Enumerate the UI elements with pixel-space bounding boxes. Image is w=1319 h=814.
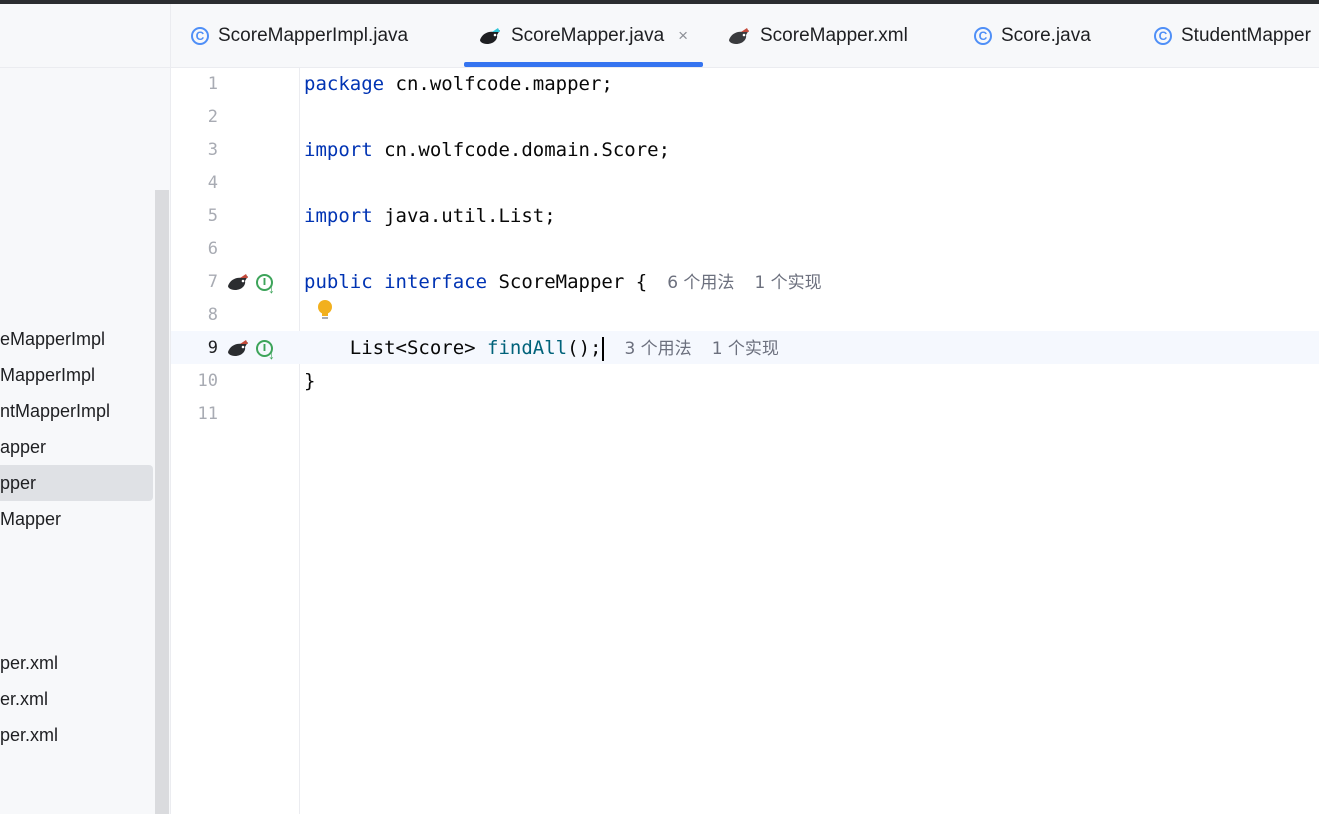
line-number: 3 bbox=[207, 140, 218, 160]
tree-item[interactable]: Mapper bbox=[0, 501, 153, 537]
editor-tab-bar: C ScoreMapperImpl.java ScoreMapper.java … bbox=[171, 4, 1319, 68]
line-number: 2 bbox=[207, 107, 218, 127]
tab-scoremapper-xml[interactable]: ScoreMapper.xml bbox=[727, 4, 908, 67]
class-icon: C bbox=[1154, 26, 1172, 45]
mybatis-navigate-icon[interactable] bbox=[226, 272, 250, 292]
code-line-1[interactable]: package cn.wolfcode.mapper; bbox=[304, 68, 613, 101]
line-number-current: 9 bbox=[207, 338, 218, 358]
tab-studentmapper[interactable]: C StudentMapper bbox=[1154, 4, 1311, 67]
line-number: 6 bbox=[207, 239, 218, 259]
mybatis-icon bbox=[727, 26, 751, 46]
implementations-hint[interactable]: 1 个实现 bbox=[712, 339, 779, 359]
tree-item[interactable]: per.xml bbox=[0, 645, 153, 681]
text-caret bbox=[602, 336, 605, 361]
line-number: 1 bbox=[207, 74, 218, 94]
code-line-3[interactable]: import cn.wolfcode.domain.Score; bbox=[304, 134, 670, 167]
lightbulb-icon[interactable] bbox=[316, 298, 334, 322]
implementations-hint[interactable]: 1 个实现 bbox=[754, 273, 821, 293]
tab-score-java[interactable]: C Score.java bbox=[974, 4, 1091, 67]
tree-item[interactable]: MapperImpl bbox=[0, 357, 153, 393]
line-number: 8 bbox=[207, 305, 218, 325]
code-line-9[interactable]: List<Score> findAll(); 3 个用法 1 个实现 bbox=[304, 332, 779, 366]
tree-item[interactable]: er.xml bbox=[0, 681, 153, 717]
code-line-7[interactable]: public interface ScoreMapper {6 个用法 1 个实现 bbox=[304, 266, 822, 300]
usages-hint[interactable]: 6 个用法 bbox=[667, 273, 734, 293]
mybatis-icon bbox=[478, 26, 502, 46]
line-number: 7 bbox=[207, 272, 218, 292]
line-number: 11 bbox=[197, 404, 218, 424]
close-tab-icon[interactable]: × bbox=[678, 26, 688, 46]
project-tree-panel: eMapperImpl MapperImpl ntMapperImpl appe… bbox=[0, 4, 171, 814]
down-arrow-icon: ↓ bbox=[268, 280, 275, 296]
code-line-10[interactable]: } bbox=[304, 365, 315, 398]
down-arrow-icon: ↓ bbox=[268, 346, 275, 362]
tab-scoremapper-java[interactable]: ScoreMapper.java × bbox=[463, 4, 704, 67]
tree-item[interactable]: eMapperImpl bbox=[0, 321, 153, 357]
code-line-5[interactable]: import java.util.List; bbox=[304, 200, 556, 233]
tree-item[interactable]: ntMapperImpl bbox=[0, 393, 153, 429]
tree-item[interactable]: per.xml bbox=[0, 717, 153, 753]
line-number: 10 bbox=[197, 371, 218, 391]
line-number: 4 bbox=[207, 173, 218, 193]
usages-hint[interactable]: 3 个用法 bbox=[624, 339, 691, 359]
line-number: 5 bbox=[207, 206, 218, 226]
tree-item-selected[interactable]: pper bbox=[0, 465, 153, 501]
tree-item[interactable]: apper bbox=[0, 429, 153, 465]
class-icon: C bbox=[191, 26, 209, 45]
tab-scoremapperimpl-java[interactable]: C ScoreMapperImpl.java bbox=[191, 4, 408, 67]
sidebar-scrollbar[interactable] bbox=[155, 190, 169, 814]
class-icon: C bbox=[974, 26, 992, 45]
project-tree-header bbox=[0, 4, 170, 68]
mybatis-navigate-icon[interactable] bbox=[226, 338, 250, 358]
